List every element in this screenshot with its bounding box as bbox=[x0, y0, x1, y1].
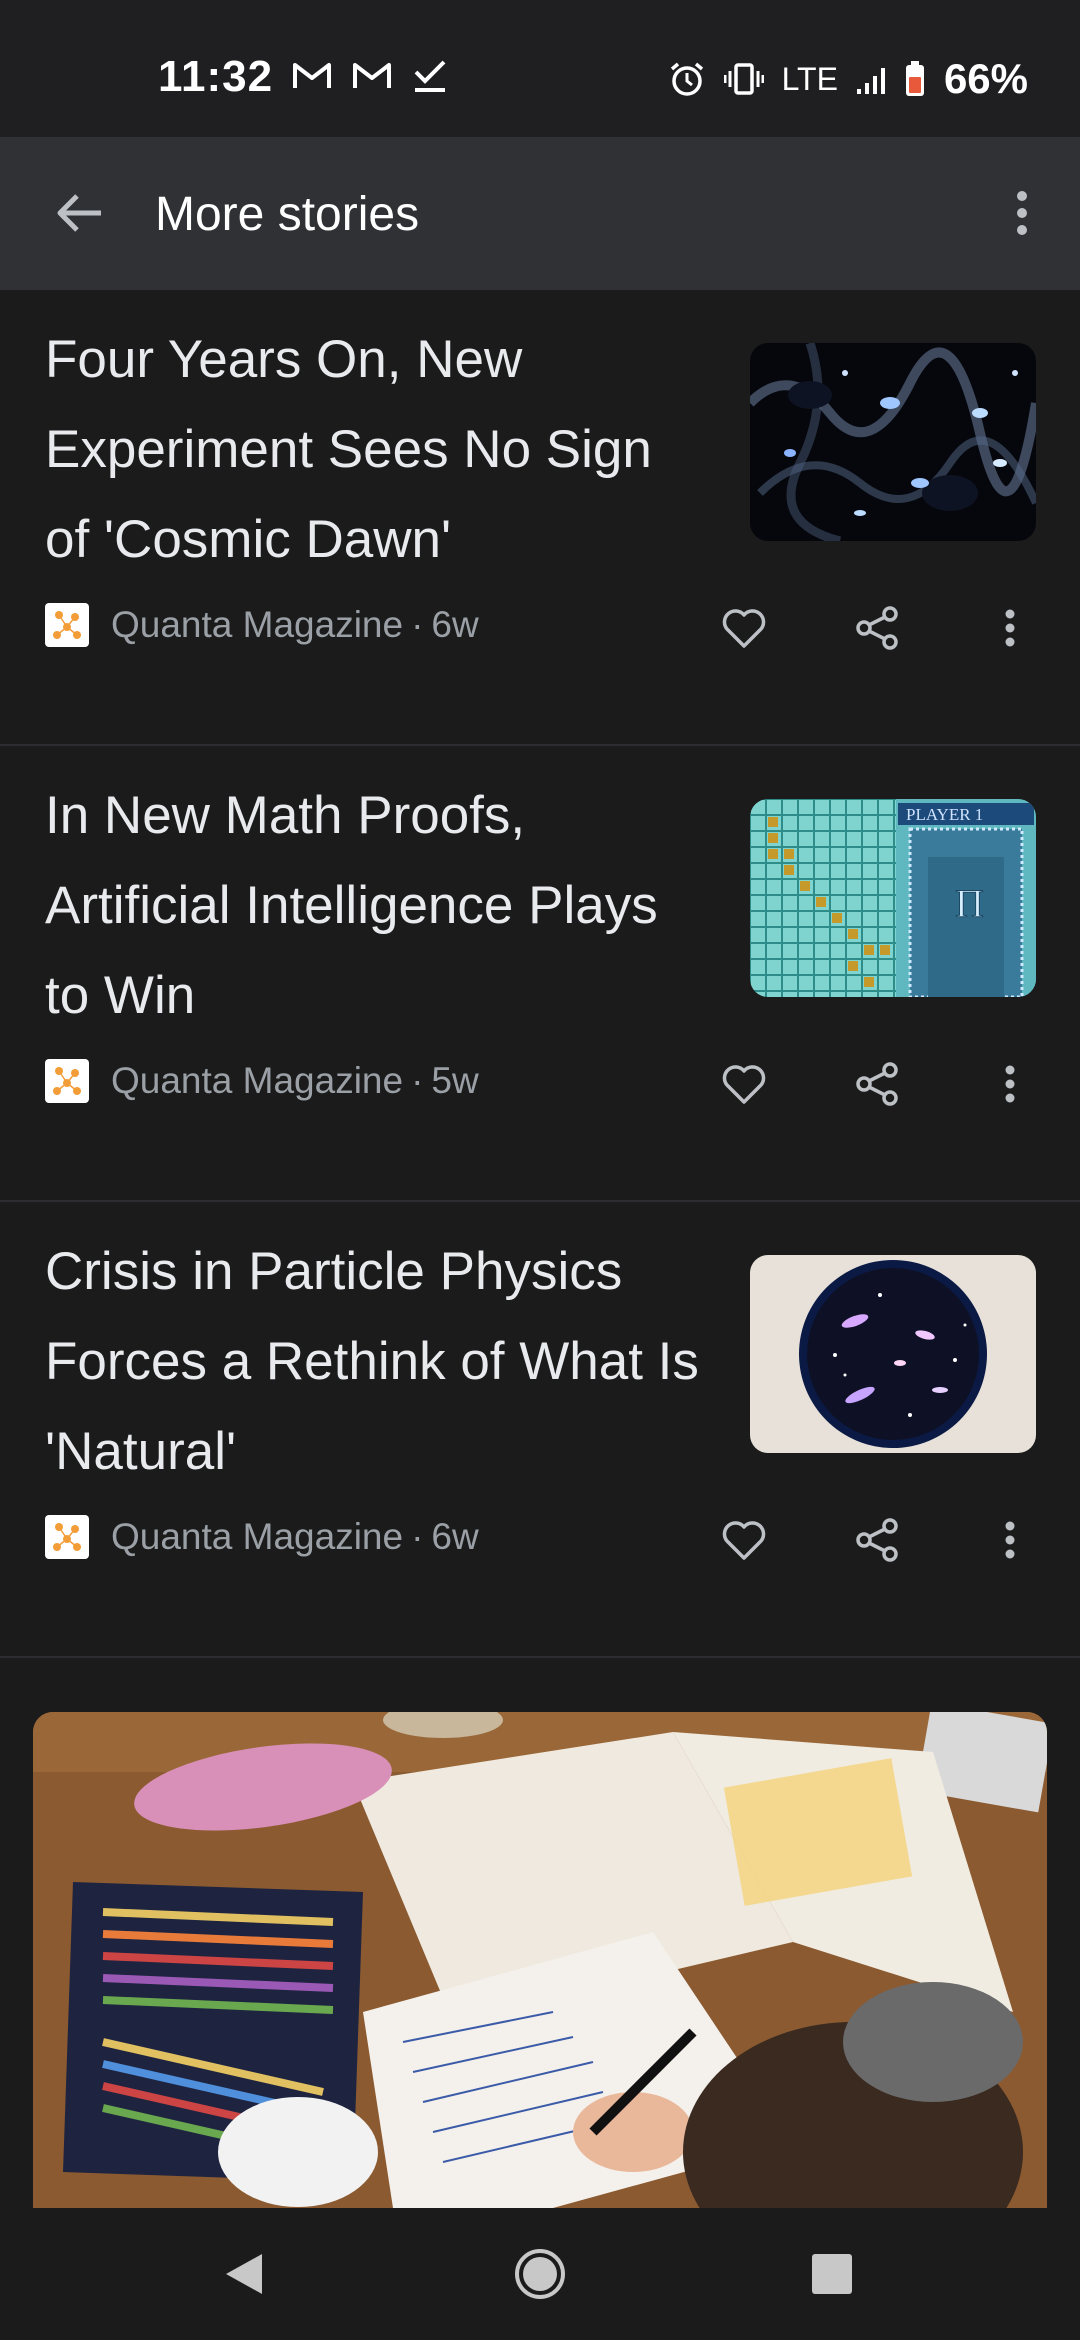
story-card[interactable]: Four Years On, New Experiment Sees No Si… bbox=[0, 290, 1080, 746]
nav-back-button[interactable] bbox=[204, 2234, 284, 2314]
story-thumbnail[interactable] bbox=[750, 1255, 1036, 1453]
story-thumbnail[interactable] bbox=[750, 343, 1036, 541]
svg-text:Π: Π bbox=[955, 881, 984, 926]
share-icon bbox=[856, 1518, 898, 1562]
more-vert-icon bbox=[1017, 191, 1027, 235]
more-vert-icon bbox=[1005, 1065, 1015, 1103]
story-more-button[interactable] bbox=[978, 1052, 1042, 1116]
game-grid-thumbnail: Π PLAYER 1 bbox=[750, 799, 1036, 997]
universe-bubble-thumbnail bbox=[750, 1255, 1036, 1453]
story-age: 6w bbox=[431, 604, 479, 645]
share-icon bbox=[856, 1062, 898, 1106]
featured-story-image[interactable] bbox=[33, 1712, 1047, 2208]
heart-icon bbox=[722, 1521, 766, 1560]
nav-recents-button[interactable] bbox=[792, 2234, 872, 2314]
check-icon bbox=[414, 60, 446, 92]
vibrate-icon bbox=[723, 63, 764, 95]
gmail-icon bbox=[293, 63, 331, 88]
story-title[interactable]: Crisis in Particle Physics Forces a Reth… bbox=[45, 1227, 705, 1497]
home-circle-icon bbox=[515, 2249, 565, 2299]
heart-icon bbox=[722, 609, 766, 648]
story-meta: Quanta Magazine · 6w bbox=[45, 600, 479, 650]
story-meta: Quanta Magazine · 6w bbox=[45, 1512, 479, 1562]
gmail-icon bbox=[353, 63, 391, 88]
system-icons: LTE 66% bbox=[668, 55, 1028, 103]
quanta-logo-icon bbox=[45, 603, 89, 647]
battery-percent: 66% bbox=[943, 55, 1028, 102]
story-title[interactable]: In New Math Proofs, Artificial Intellige… bbox=[45, 771, 705, 1041]
story-more-button[interactable] bbox=[978, 596, 1042, 660]
share-icon bbox=[856, 606, 898, 650]
story-title[interactable]: Four Years On, New Experiment Sees No Si… bbox=[45, 315, 705, 585]
signal-icon bbox=[856, 68, 885, 94]
back-button[interactable] bbox=[44, 177, 116, 249]
meta-separator: · bbox=[411, 1060, 424, 1101]
source-name[interactable]: Quanta Magazine bbox=[111, 1516, 403, 1558]
alarm-icon bbox=[670, 62, 703, 96]
like-button[interactable] bbox=[712, 596, 776, 660]
battery-icon bbox=[905, 61, 924, 96]
heart-icon bbox=[722, 1065, 766, 1104]
app-bar: More stories bbox=[0, 137, 1080, 290]
nav-home-button[interactable] bbox=[500, 2234, 580, 2314]
story-age: 5w bbox=[431, 1060, 479, 1101]
meta-separator: · bbox=[411, 604, 424, 645]
source-name[interactable]: Quanta Magazine bbox=[111, 1060, 403, 1102]
story-card[interactable]: Crisis in Particle Physics Forces a Reth… bbox=[0, 1202, 1080, 1658]
meta-separator: · bbox=[411, 1516, 424, 1557]
story-meta: Quanta Magazine · 5w bbox=[45, 1056, 479, 1106]
share-button[interactable] bbox=[845, 1052, 909, 1116]
more-options-button[interactable] bbox=[986, 177, 1058, 249]
source-name[interactable]: Quanta Magazine bbox=[111, 604, 403, 646]
story-age: 6w bbox=[431, 1516, 479, 1557]
child-doing-homework-photo bbox=[33, 1712, 1047, 2208]
status-bar: 11:32 LTE 66% bbox=[0, 0, 1080, 137]
network-type: LTE bbox=[781, 60, 838, 97]
story-card[interactable]: In New Math Proofs, Artificial Intellige… bbox=[0, 746, 1080, 1202]
navigation-bar bbox=[0, 2208, 1080, 2340]
quanta-logo-icon bbox=[45, 1515, 89, 1559]
status-time: 11:32 bbox=[158, 52, 274, 101]
story-more-button[interactable] bbox=[978, 1508, 1042, 1572]
story-thumbnail[interactable]: Π PLAYER 1 bbox=[750, 799, 1036, 997]
player-label: PLAYER 1 bbox=[906, 805, 983, 824]
recents-square-icon bbox=[812, 2254, 852, 2294]
page-title: More stories bbox=[155, 188, 420, 241]
share-button[interactable] bbox=[845, 596, 909, 660]
arrow-back-icon bbox=[57, 194, 101, 232]
galaxy-web-thumbnail bbox=[750, 343, 1036, 541]
quanta-logo-icon bbox=[45, 1059, 89, 1103]
notification-icons bbox=[292, 58, 448, 94]
like-button[interactable] bbox=[712, 1052, 776, 1116]
back-triangle-icon bbox=[226, 2254, 262, 2294]
more-vert-icon bbox=[1005, 609, 1015, 647]
more-vert-icon bbox=[1005, 1521, 1015, 1559]
share-button[interactable] bbox=[845, 1508, 909, 1572]
like-button[interactable] bbox=[712, 1508, 776, 1572]
